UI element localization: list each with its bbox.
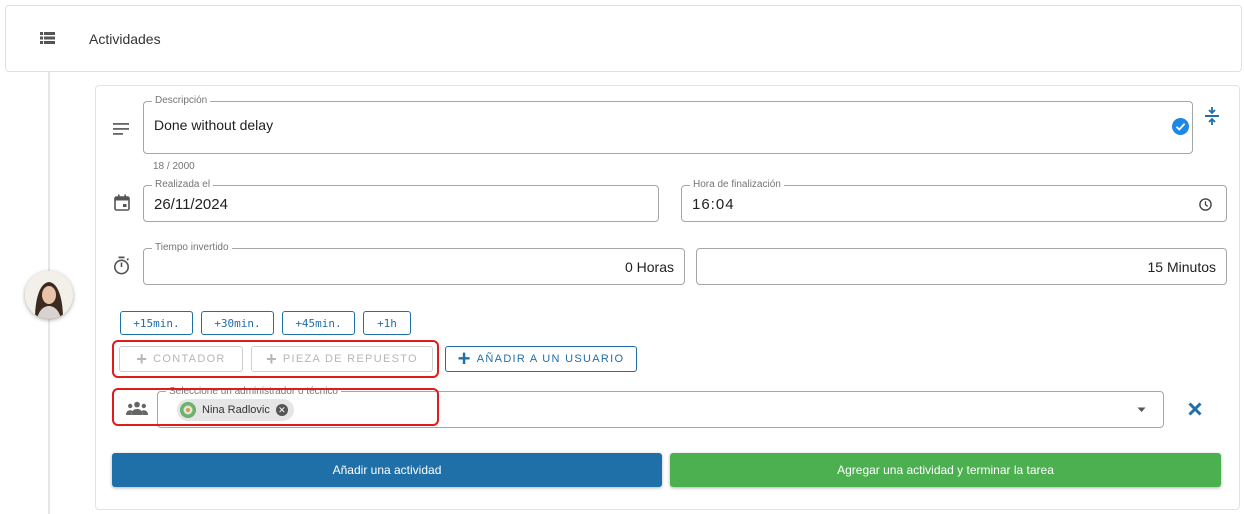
plus-icon: + [457, 346, 472, 371]
completed-date-field[interactable]: Realizada el 26/11/2024 [143, 179, 659, 222]
description-field[interactable]: Descripción Done without delay [143, 95, 1193, 154]
header-title: Actividades [89, 31, 161, 47]
add-30min-button[interactable]: +30min. [201, 311, 274, 335]
list-icon [40, 32, 55, 44]
completed-date-value: 26/11/2024 [154, 196, 228, 213]
hours-field[interactable]: Tiempo invertido 0 Horas [143, 242, 685, 285]
description-counter: 18 / 2000 [153, 161, 195, 172]
description-value: Done without delay [154, 117, 274, 133]
add-1h-button[interactable]: +1h [363, 311, 411, 335]
user-avatar-image [25, 271, 73, 319]
end-time-field[interactable]: Hora de finalización 16:04 [681, 179, 1227, 222]
highlight-box-actions [112, 340, 439, 378]
add-45min-button[interactable]: +45min. [282, 311, 355, 335]
clear-icon[interactable] [1188, 402, 1202, 416]
end-time-value: 16:04 [692, 196, 735, 213]
timer-icon [114, 256, 130, 275]
dropdown-arrow-icon[interactable] [1137, 407, 1146, 413]
time-spent-label: Tiempo invertido [152, 242, 232, 254]
completed-date-label: Realizada el [152, 179, 214, 191]
add-activity-button[interactable]: Añadir una actividad [112, 453, 662, 487]
add-user-button[interactable]: + AÑADIR A UN USUARIO [445, 346, 637, 372]
check-circle-icon [1172, 118, 1189, 135]
add-15min-button[interactable]: +15min. [120, 311, 193, 335]
minutes-field[interactable]: 15 Minutos [696, 248, 1227, 285]
calendar-icon [114, 194, 130, 211]
add-user-button-label: AÑADIR A UN USUARIO [476, 353, 625, 365]
collapse-icon[interactable] [1204, 106, 1220, 126]
notes-icon [113, 123, 129, 135]
description-label: Descripción [152, 95, 211, 107]
minutes-value: 15 Minutos [1147, 259, 1216, 275]
highlight-box-assignee [112, 388, 439, 426]
add-and-finish-button[interactable]: Agregar una actividad y terminar la tare… [670, 453, 1221, 487]
user-avatar [25, 271, 73, 319]
clock-icon[interactable] [1199, 198, 1212, 211]
hours-value: 0 Horas [624, 259, 674, 275]
activities-header [5, 5, 1242, 72]
end-time-label: Hora de finalización [690, 179, 784, 191]
